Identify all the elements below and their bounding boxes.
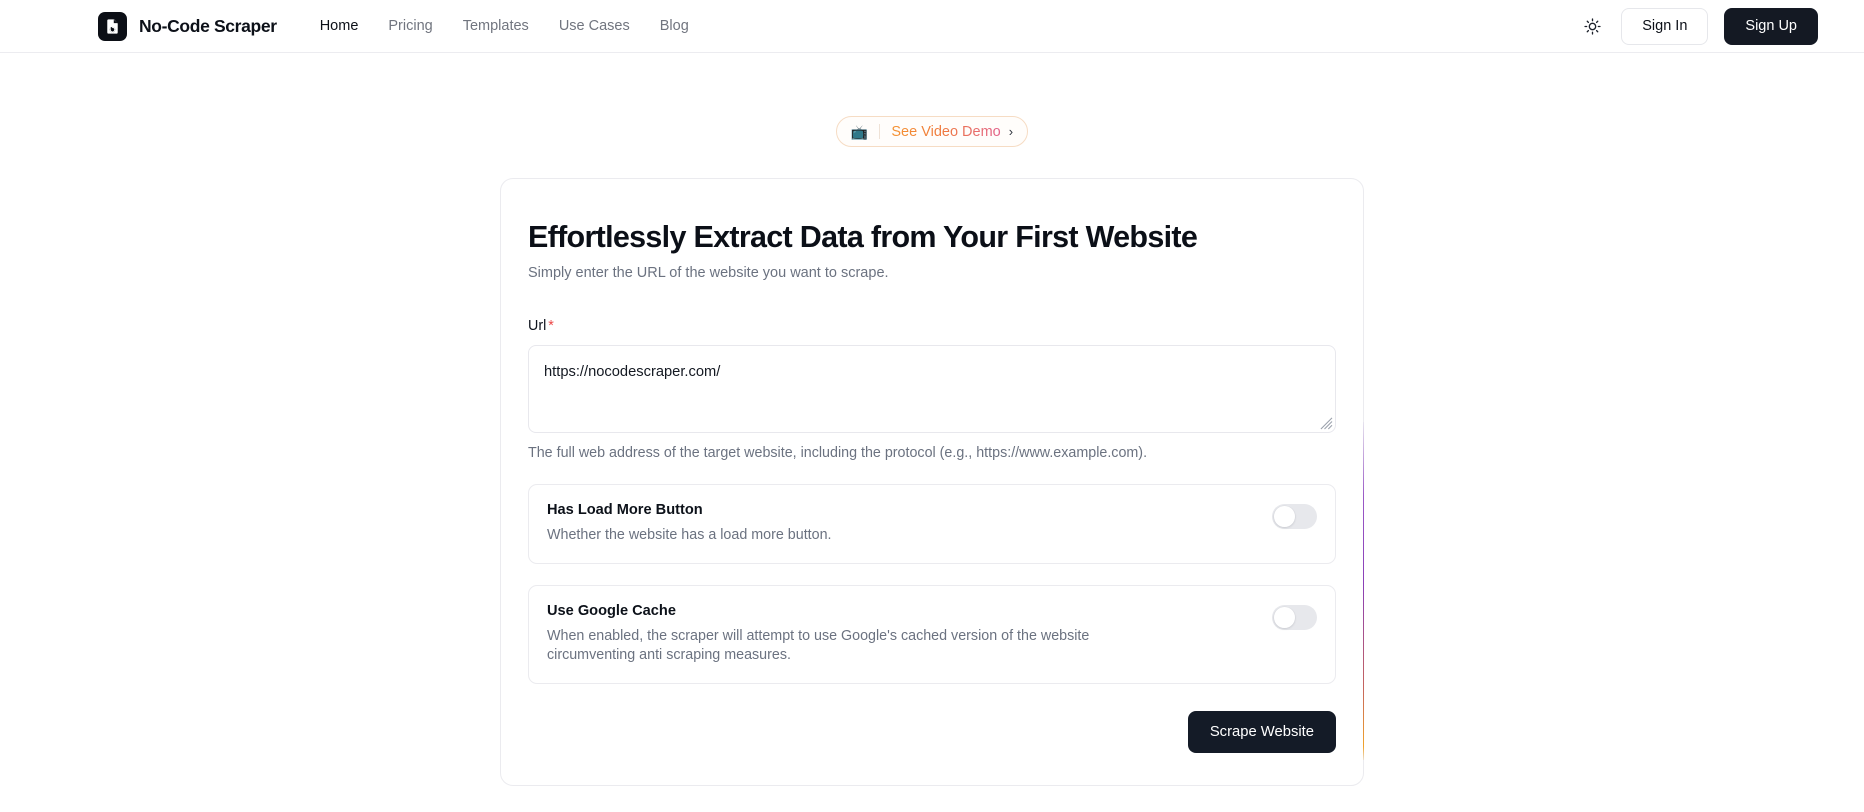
nav-link-use-cases[interactable]: Use Cases bbox=[559, 18, 630, 34]
card-gradient-accent bbox=[1362, 422, 1364, 760]
url-field-help: The full web address of the target websi… bbox=[528, 444, 1148, 461]
toggle-use-google-cache[interactable] bbox=[1272, 605, 1317, 631]
url-input-wrapper bbox=[528, 344, 1336, 433]
brand-logo[interactable]: No-Code Scraper bbox=[98, 11, 277, 41]
url-input[interactable] bbox=[528, 344, 1336, 433]
page-subtitle: Simply enter the URL of the website you … bbox=[528, 264, 889, 281]
option-title: Use Google Cache bbox=[547, 603, 676, 620]
see-video-demo-badge[interactable]: 📺 See Video Demo › bbox=[835, 116, 1029, 147]
option-description: When enabled, the scraper will attempt t… bbox=[547, 628, 1090, 664]
option-copy: Use Google Cache When enabled, the scrap… bbox=[547, 603, 1256, 665]
badge-divider bbox=[879, 124, 881, 139]
page-content: 📺 See Video Demo › Effortlessly Extract … bbox=[0, 53, 1864, 787]
nav-link-templates[interactable]: Templates bbox=[463, 18, 529, 34]
television-icon: 📺 bbox=[850, 123, 869, 140]
scrape-website-button[interactable]: Scrape Website bbox=[1187, 711, 1336, 754]
sun-icon[interactable] bbox=[1579, 13, 1605, 39]
toggle-knob bbox=[1274, 607, 1295, 628]
url-label-text: Url bbox=[528, 317, 547, 334]
sign-up-button[interactable]: Sign Up bbox=[1724, 7, 1818, 45]
option-row-use-google-cache: Use Google Cache When enabled, the scrap… bbox=[528, 585, 1336, 685]
nav-link-home[interactable]: Home bbox=[320, 18, 359, 34]
toggle-has-load-more-button[interactable] bbox=[1272, 503, 1317, 529]
page-title: Effortlessly Extract Data from Your Firs… bbox=[528, 220, 1198, 254]
nav-link-blog[interactable]: Blog bbox=[660, 18, 689, 34]
required-asterisk: * bbox=[548, 317, 554, 334]
see-video-demo-label: See Video Demo bbox=[891, 123, 1001, 140]
toggle-knob bbox=[1274, 506, 1295, 527]
option-row-has-load-more-button: Has Load More Button Whether the website… bbox=[528, 483, 1336, 565]
url-field-label: Url * bbox=[528, 318, 1336, 334]
top-navigation-bar: No-Code Scraper Home Pricing Templates U… bbox=[0, 0, 1864, 53]
option-copy: Has Load More Button Whether the website… bbox=[547, 502, 1256, 545]
chevron-right-icon: › bbox=[1008, 124, 1014, 139]
primary-nav: Home Pricing Templates Use Cases Blog bbox=[320, 18, 689, 34]
sign-in-button[interactable]: Sign In bbox=[1621, 7, 1709, 45]
document-refresh-icon bbox=[98, 11, 127, 41]
scrape-form-card: Effortlessly Extract Data from Your Firs… bbox=[500, 178, 1364, 787]
brand-name: No-Code Scraper bbox=[139, 15, 277, 36]
navbar-actions: Sign In Sign Up bbox=[1579, 7, 1818, 45]
card-footer-actions: Scrape Website bbox=[528, 711, 1336, 754]
option-description: Whether the website has a load more butt… bbox=[547, 526, 832, 543]
option-title: Has Load More Button bbox=[547, 501, 703, 518]
nav-link-pricing[interactable]: Pricing bbox=[388, 18, 432, 34]
